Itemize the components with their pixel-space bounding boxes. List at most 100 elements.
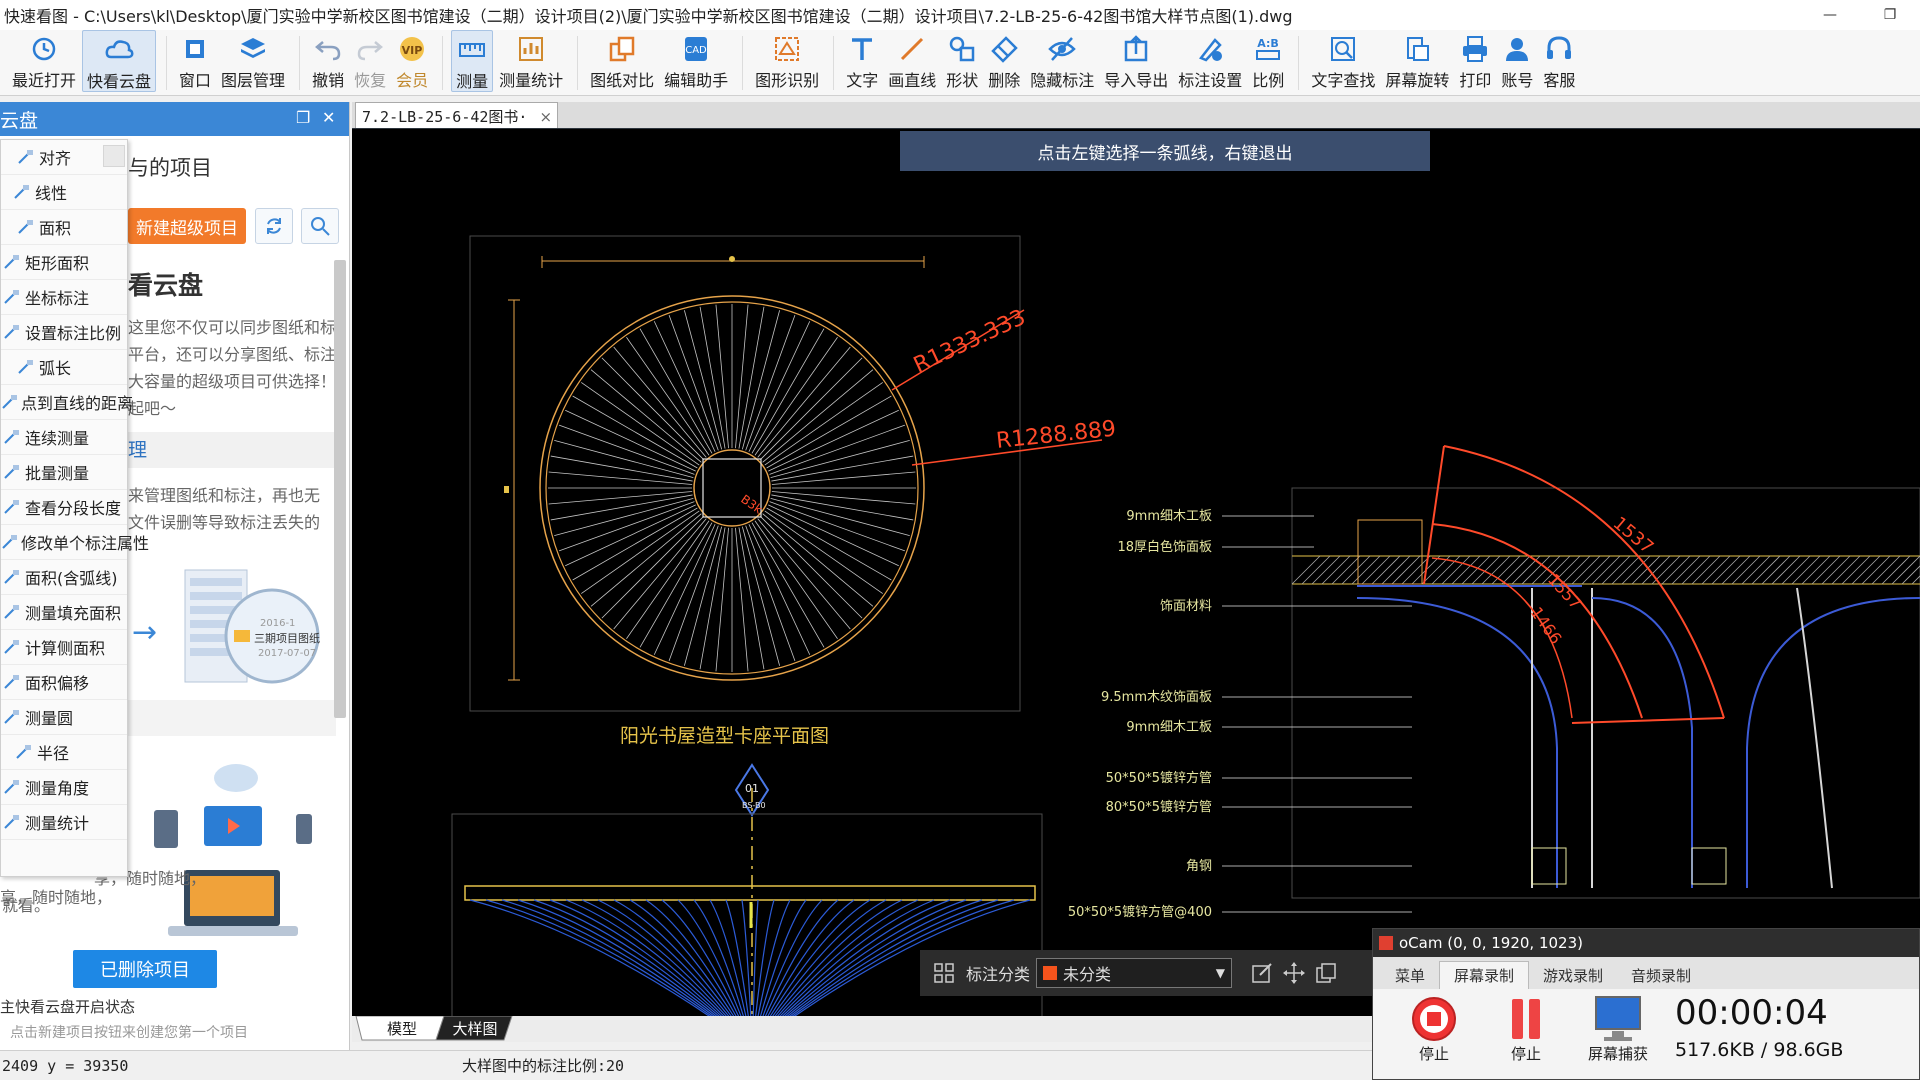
measure-menu-item[interactable]: 坐标标注	[1, 280, 127, 315]
toolbar-separator	[833, 36, 835, 90]
drawing-canvas[interactable]: R1333.333 R1288.889 B3k 阳光书屋造型卡座平面图 01 B…	[352, 128, 1920, 1018]
measure-menu-item[interactable]: 修改单个标注属性	[1, 525, 149, 560]
toolbar-window-button[interactable]: 窗口	[175, 30, 215, 92]
toolbar-button-label: 窗口	[179, 71, 212, 90]
toolbar-print-button[interactable]: 打印	[1455, 30, 1495, 92]
toolbar-rotate-button[interactable]: 屏幕旋转	[1381, 30, 1453, 92]
cloud-status-text: 主快看云盘开启状态	[0, 998, 136, 1016]
undo-icon	[313, 34, 343, 64]
new-super-project-button[interactable]: 新建超级项目	[128, 208, 246, 244]
svg-text:2016-1: 2016-1	[260, 618, 295, 629]
toolbar-measure-stats-button[interactable]: 测量统计	[495, 30, 567, 92]
measure-menu-item[interactable]: 面积偏移	[1, 665, 127, 700]
toolbar-cloud-button[interactable]: 快看云盘	[82, 30, 157, 92]
ocam-tab-screen[interactable]: 屏幕录制	[1439, 961, 1530, 989]
ocam-tab-menu[interactable]: 菜单	[1381, 961, 1439, 989]
text-search-icon	[1328, 34, 1358, 64]
rotate-icon	[1402, 34, 1432, 64]
toolbar-import-export-button[interactable]: 导入导出	[1100, 30, 1172, 92]
menu-close-button[interactable]	[103, 145, 125, 167]
close-tab-icon[interactable]: ×	[539, 108, 552, 126]
toolbar-button-label: 测量	[456, 72, 489, 91]
measure-menu-item[interactable]: 计算侧面积	[1, 630, 127, 665]
sync-icon	[267, 218, 281, 234]
share-illustration	[154, 764, 312, 936]
measure-menu-item[interactable]: 弧长	[1, 350, 127, 385]
toolbar-edit-assistant-button[interactable]: CAD 编辑助手	[660, 30, 732, 92]
toolbar-compare-button[interactable]: 图纸对比	[586, 30, 658, 92]
toolbar-button-label: 会员	[396, 71, 429, 90]
sync-button[interactable]	[255, 208, 293, 244]
section-marker-top: 01	[745, 782, 759, 795]
toolbar-button-label: 图形识别	[755, 71, 820, 90]
measure-menu-item[interactable]: 设置标注比例	[1, 315, 127, 350]
toolbar-hide-button[interactable]: 隐藏标注	[1026, 30, 1098, 92]
minimize-button[interactable]: —	[1800, 0, 1860, 30]
toolbar-separator	[299, 36, 301, 90]
measure-tool-icon	[15, 147, 37, 167]
toolbar-shape-recognition-button[interactable]: 图形识别	[751, 30, 823, 92]
measure-menu-item[interactable]: 面积	[1, 210, 127, 245]
cloud-intro-text: 这里您不仅可以同步图纸和标 平台，还可以分享图纸、标注 大容量的超级项目可供选择…	[128, 318, 337, 418]
panel-scrollbar[interactable]	[334, 260, 346, 718]
measure-menu-item[interactable]: 线性	[1, 175, 127, 210]
grid-icon[interactable]	[928, 957, 960, 989]
restore-button[interactable]: ❐	[1860, 0, 1920, 30]
toolbar-layers-button[interactable]: 图层管理	[217, 30, 289, 92]
measure-menu-item[interactable]: 批量测量	[1, 455, 127, 490]
ocam-stop-button[interactable]: 停止	[1399, 995, 1469, 1064]
panel-float-icon[interactable]: ❐	[296, 108, 310, 127]
recording-size: 517.6KB / 98.6GB	[1675, 1039, 1844, 1061]
window-title: 快速看图 - C:\Users\kl\Desktop\厦门实验中学新校区图书馆建…	[4, 7, 1293, 26]
sheet-tab-model[interactable]: 模型	[364, 1016, 440, 1040]
toolbar-eraser-button[interactable]: 删除	[984, 30, 1024, 92]
radius-inner-label[interactable]: R1288.889	[995, 417, 1117, 454]
toolbar-undo-button[interactable]: 撤销	[308, 30, 348, 92]
move-icon[interactable]	[1278, 957, 1310, 989]
detail-label: 50*50*5镀锌方管	[1106, 770, 1212, 786]
measure-menu-item[interactable]: 测量圆	[1, 700, 127, 735]
toolbar-redo-button[interactable]: 恢复	[350, 30, 390, 92]
toolbar-vip-button[interactable]: VIP 会员	[392, 30, 432, 92]
measure-menu-item[interactable]: 矩形面积	[1, 245, 127, 280]
measure-menu-item[interactable]: 查看分段长度	[1, 490, 127, 525]
ocam-capture-button[interactable]: 屏幕捕获	[1583, 995, 1653, 1064]
toolbar-annotation-settings-button[interactable]: 标注设置	[1174, 30, 1246, 92]
measure-menu-item[interactable]: 测量统计	[1, 805, 127, 840]
toolbar-scale-button[interactable]: A:B 比例	[1248, 30, 1288, 92]
measure-menu-item[interactable]: 测量填充面积	[1, 595, 127, 630]
panel-close-icon[interactable]: ✕	[322, 108, 335, 127]
share-section-title	[104, 700, 336, 736]
radius-outer-label[interactable]: R1333.333	[910, 305, 1030, 378]
toolbar-button-label: 屏幕旋转	[1385, 71, 1450, 90]
toolbar-text-button[interactable]: 文字	[842, 30, 882, 92]
deleted-projects-button[interactable]: 已删除项目	[73, 950, 217, 988]
print-icon	[1460, 34, 1490, 64]
detail-label: 角钢	[1186, 859, 1212, 874]
measure-menu-item[interactable]: 半径	[1, 735, 127, 770]
document-tab[interactable]: 7.2-LB-25-6-42图书· ×	[355, 102, 558, 130]
edit-annotation-icon[interactable]	[1246, 957, 1278, 989]
ocam-tab-audio[interactable]: 音频录制	[1617, 961, 1705, 989]
toolbar-text-search-button[interactable]: 文字查找	[1307, 30, 1379, 92]
toolbar-account-button[interactable]: 账号	[1497, 30, 1537, 92]
measure-menu-item[interactable]: 面积(含弧线)	[1, 560, 127, 595]
record-stop-icon	[1412, 997, 1456, 1041]
copy-icon[interactable]	[1310, 957, 1342, 989]
toolbar-headset-button[interactable]: 客服	[1539, 30, 1579, 92]
document-tab-strip: 7.2-LB-25-6-42图书· ×	[352, 102, 1920, 130]
arrow-right-icon: →	[132, 615, 157, 650]
measure-menu-item[interactable]: 连续测量	[1, 420, 127, 455]
search-button[interactable]	[301, 208, 339, 244]
ocam-pause-button[interactable]: 停止	[1491, 995, 1561, 1064]
toolbar-shape-button[interactable]: 形状	[942, 30, 982, 92]
measure-menu-item[interactable]: 点到直线的距离	[1, 385, 133, 420]
measure-tool-icon	[1, 427, 23, 447]
ocam-tab-game[interactable]: 游戏录制	[1529, 961, 1617, 989]
measure-menu-item[interactable]: 测量角度	[1, 770, 127, 805]
annotation-category-select[interactable]: 未分类 ▼	[1036, 958, 1233, 988]
toolbar-line-button[interactable]: 画直线	[884, 30, 940, 92]
sheet-tab-detail[interactable]: 大样图	[440, 1016, 510, 1040]
toolbar-measure-button[interactable]: 测量	[451, 30, 494, 92]
toolbar-history-button[interactable]: 最近打开	[8, 30, 80, 92]
